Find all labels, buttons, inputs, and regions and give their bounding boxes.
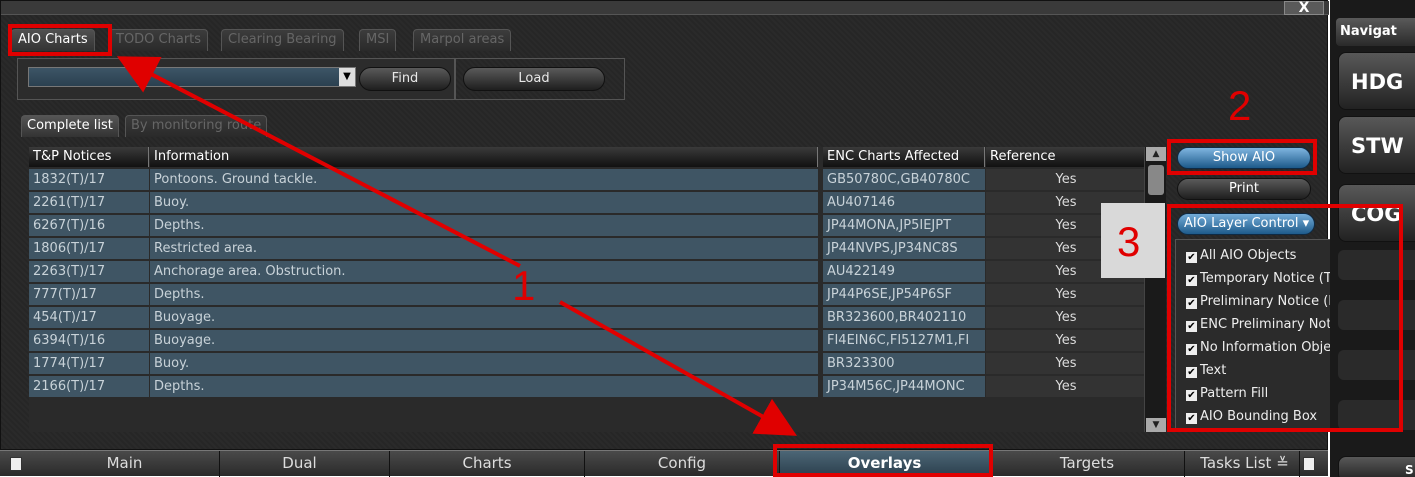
highlight-layer-control <box>1167 204 1403 432</box>
table-row[interactable]: 2166(T)/17 Depths. JP34M56C,JP44MONC Yes <box>29 376 1159 399</box>
table-row[interactable]: 1806(T)/17 Restricted area. JP44NVPS,JP34N… <box>29 238 1159 261</box>
information-cell: Buoyage. <box>150 307 818 329</box>
highlight-show-aio-button <box>1167 139 1317 175</box>
enc-charts-cell: JP44MONA,JP5IEJPT <box>823 215 985 237</box>
enc-charts-cell: AU407146 <box>823 192 985 214</box>
highlight-aio-charts-tab <box>8 24 112 56</box>
column-header-enc[interactable]: ENC Charts Affected <box>823 147 985 167</box>
tab-complete-list[interactable]: Complete list <box>21 115 119 137</box>
enc-charts-cell: FI4EIN6C,FI5127M1,FI <box>823 330 985 352</box>
information-cell: Buoy. <box>150 192 818 214</box>
tab-marpol-areas[interactable]: Marpol areas <box>413 29 512 51</box>
table-row[interactable]: 1774(T)/17 Buoy. BR323300 Yes <box>29 353 1159 376</box>
annotation-label-1: 1 <box>512 262 536 309</box>
reference-cell: Yes <box>986 330 1146 352</box>
nav-bottom-button[interactable]: S <box>1338 456 1415 477</box>
notice-cell: 1832(T)/17 <box>29 169 149 191</box>
notice-cell: 6267(T)/16 <box>29 215 149 237</box>
table-row[interactable]: 2261(T)/17 Buoy. AU407146 Yes <box>29 192 1159 215</box>
information-cell: Buoyage. <box>150 330 818 352</box>
highlight-overlays-tab <box>773 444 993 477</box>
chart-select[interactable] <box>28 67 356 87</box>
table-row[interactable]: 454(T)/17 Buoyage. BR323600,BR402110 Yes <box>29 307 1159 330</box>
hdg-button[interactable]: HDG <box>1338 52 1415 110</box>
reference-cell: Yes <box>986 169 1146 191</box>
information-cell: Anchorage area. Obstruction. <box>150 261 818 283</box>
tab-by-monitoring-route[interactable]: By monitoring route <box>125 115 268 137</box>
enc-charts-cell: GB50780C,GB40780C <box>823 169 985 191</box>
enc-charts-cell: JP34M56C,JP44MONC <box>823 376 985 398</box>
table-row[interactable]: 6394(T)/16 Buoyage. FI4EIN6C,FI5127M1,FI Ye… <box>29 330 1159 353</box>
information-cell: Depths. <box>150 376 818 398</box>
information-cell: Depths. <box>150 284 818 306</box>
notice-cell: 1806(T)/17 <box>29 238 149 260</box>
notice-cell: 1774(T)/17 <box>29 353 149 375</box>
information-cell: Depths. <box>150 215 818 237</box>
find-button[interactable]: Find <box>359 67 451 91</box>
table-row[interactable]: 6267(T)/16 Depths. JP44MONA,JP5IEJPT Yes <box>29 215 1159 238</box>
tab-msi[interactable]: MSI <box>359 29 397 51</box>
column-header-information[interactable]: Information <box>150 147 818 167</box>
tasks-list-label: Tasks List <box>1200 454 1272 472</box>
enc-charts-cell: JP44NVPS,JP34NC8S <box>823 238 985 260</box>
close-button[interactable]: X <box>1284 1 1324 15</box>
table-scrollbar[interactable]: ▲ ▼ <box>1144 147 1166 432</box>
panel-toggle-left-icon[interactable] <box>10 457 22 471</box>
notices-table: T&P Notices Information ENC Charts Affec… <box>29 147 1159 432</box>
enc-charts-cell: BR323600,BR402110 <box>823 307 985 329</box>
reference-cell: Yes <box>986 307 1146 329</box>
table-row[interactable]: 2263(T)/17 Anchorage area. Obstruction. AU… <box>29 261 1159 284</box>
load-button[interactable]: Load <box>463 67 605 91</box>
panel-toggle-right-icon[interactable] <box>1303 457 1315 471</box>
notice-cell: 454(T)/17 <box>29 307 149 329</box>
reference-cell: Yes <box>986 353 1146 375</box>
scroll-up-icon[interactable]: ▲ <box>1146 147 1166 161</box>
chevron-down-icon[interactable]: ▼ <box>339 68 355 86</box>
navigation-title: Navigat <box>1336 18 1415 46</box>
reference-cell: Yes <box>986 284 1146 306</box>
scroll-thumb[interactable] <box>1148 165 1164 195</box>
tab-tasks-list[interactable]: Tasks List ≚ <box>1190 451 1300 477</box>
enc-charts-cell: JP44P6SE,JP54P6SF <box>823 284 985 306</box>
notice-cell: 2263(T)/17 <box>29 261 149 283</box>
tab-dual[interactable]: Dual <box>210 451 390 477</box>
reference-cell: Yes <box>986 376 1146 398</box>
tab-main[interactable]: Main <box>30 451 220 477</box>
column-header-reference[interactable]: Reference <box>986 147 1146 167</box>
information-cell: Buoy. <box>150 353 818 375</box>
table-row[interactable]: 777(T)/17 Depths. JP44P6SE,JP54P6SF Yes <box>29 284 1159 307</box>
annotation-label-2: 2 <box>1228 82 1252 129</box>
stw-button[interactable]: STW <box>1338 116 1415 174</box>
tab-clearing-bearing[interactable]: Clearing Bearing <box>221 29 344 51</box>
notice-cell: 6394(T)/16 <box>29 330 149 352</box>
tab-charts[interactable]: Charts <box>390 451 585 477</box>
information-cell: Restricted area. <box>150 238 818 260</box>
enc-charts-cell: BR323300 <box>823 353 985 375</box>
tab-targets[interactable]: Targets <box>990 451 1185 477</box>
information-cell: Pontoons. Ground tackle. <box>150 169 818 191</box>
window-titlebar <box>1 1 1329 15</box>
tab-todo-charts[interactable]: TODO Charts <box>109 29 209 51</box>
notice-cell: 777(T)/17 <box>29 284 149 306</box>
dropdown-icon: ≚ <box>1276 454 1289 472</box>
column-header-notices[interactable]: T&P Notices <box>29 147 149 167</box>
tab-config[interactable]: Config <box>585 451 780 477</box>
bottom-tab-bar: Main Dual Charts Config Overlays Targets… <box>0 450 1328 477</box>
table-row[interactable]: 1832(T)/17 Pontoons. Ground tackle. GB5078… <box>29 169 1159 192</box>
enc-charts-cell: AU422149 <box>823 261 985 283</box>
annotation-label-3: 3 <box>1117 218 1141 265</box>
print-button[interactable]: Print <box>1177 178 1311 200</box>
notice-cell: 2261(T)/17 <box>29 192 149 214</box>
scroll-down-icon[interactable]: ▼ <box>1146 418 1166 432</box>
notice-cell: 2166(T)/17 <box>29 376 149 398</box>
